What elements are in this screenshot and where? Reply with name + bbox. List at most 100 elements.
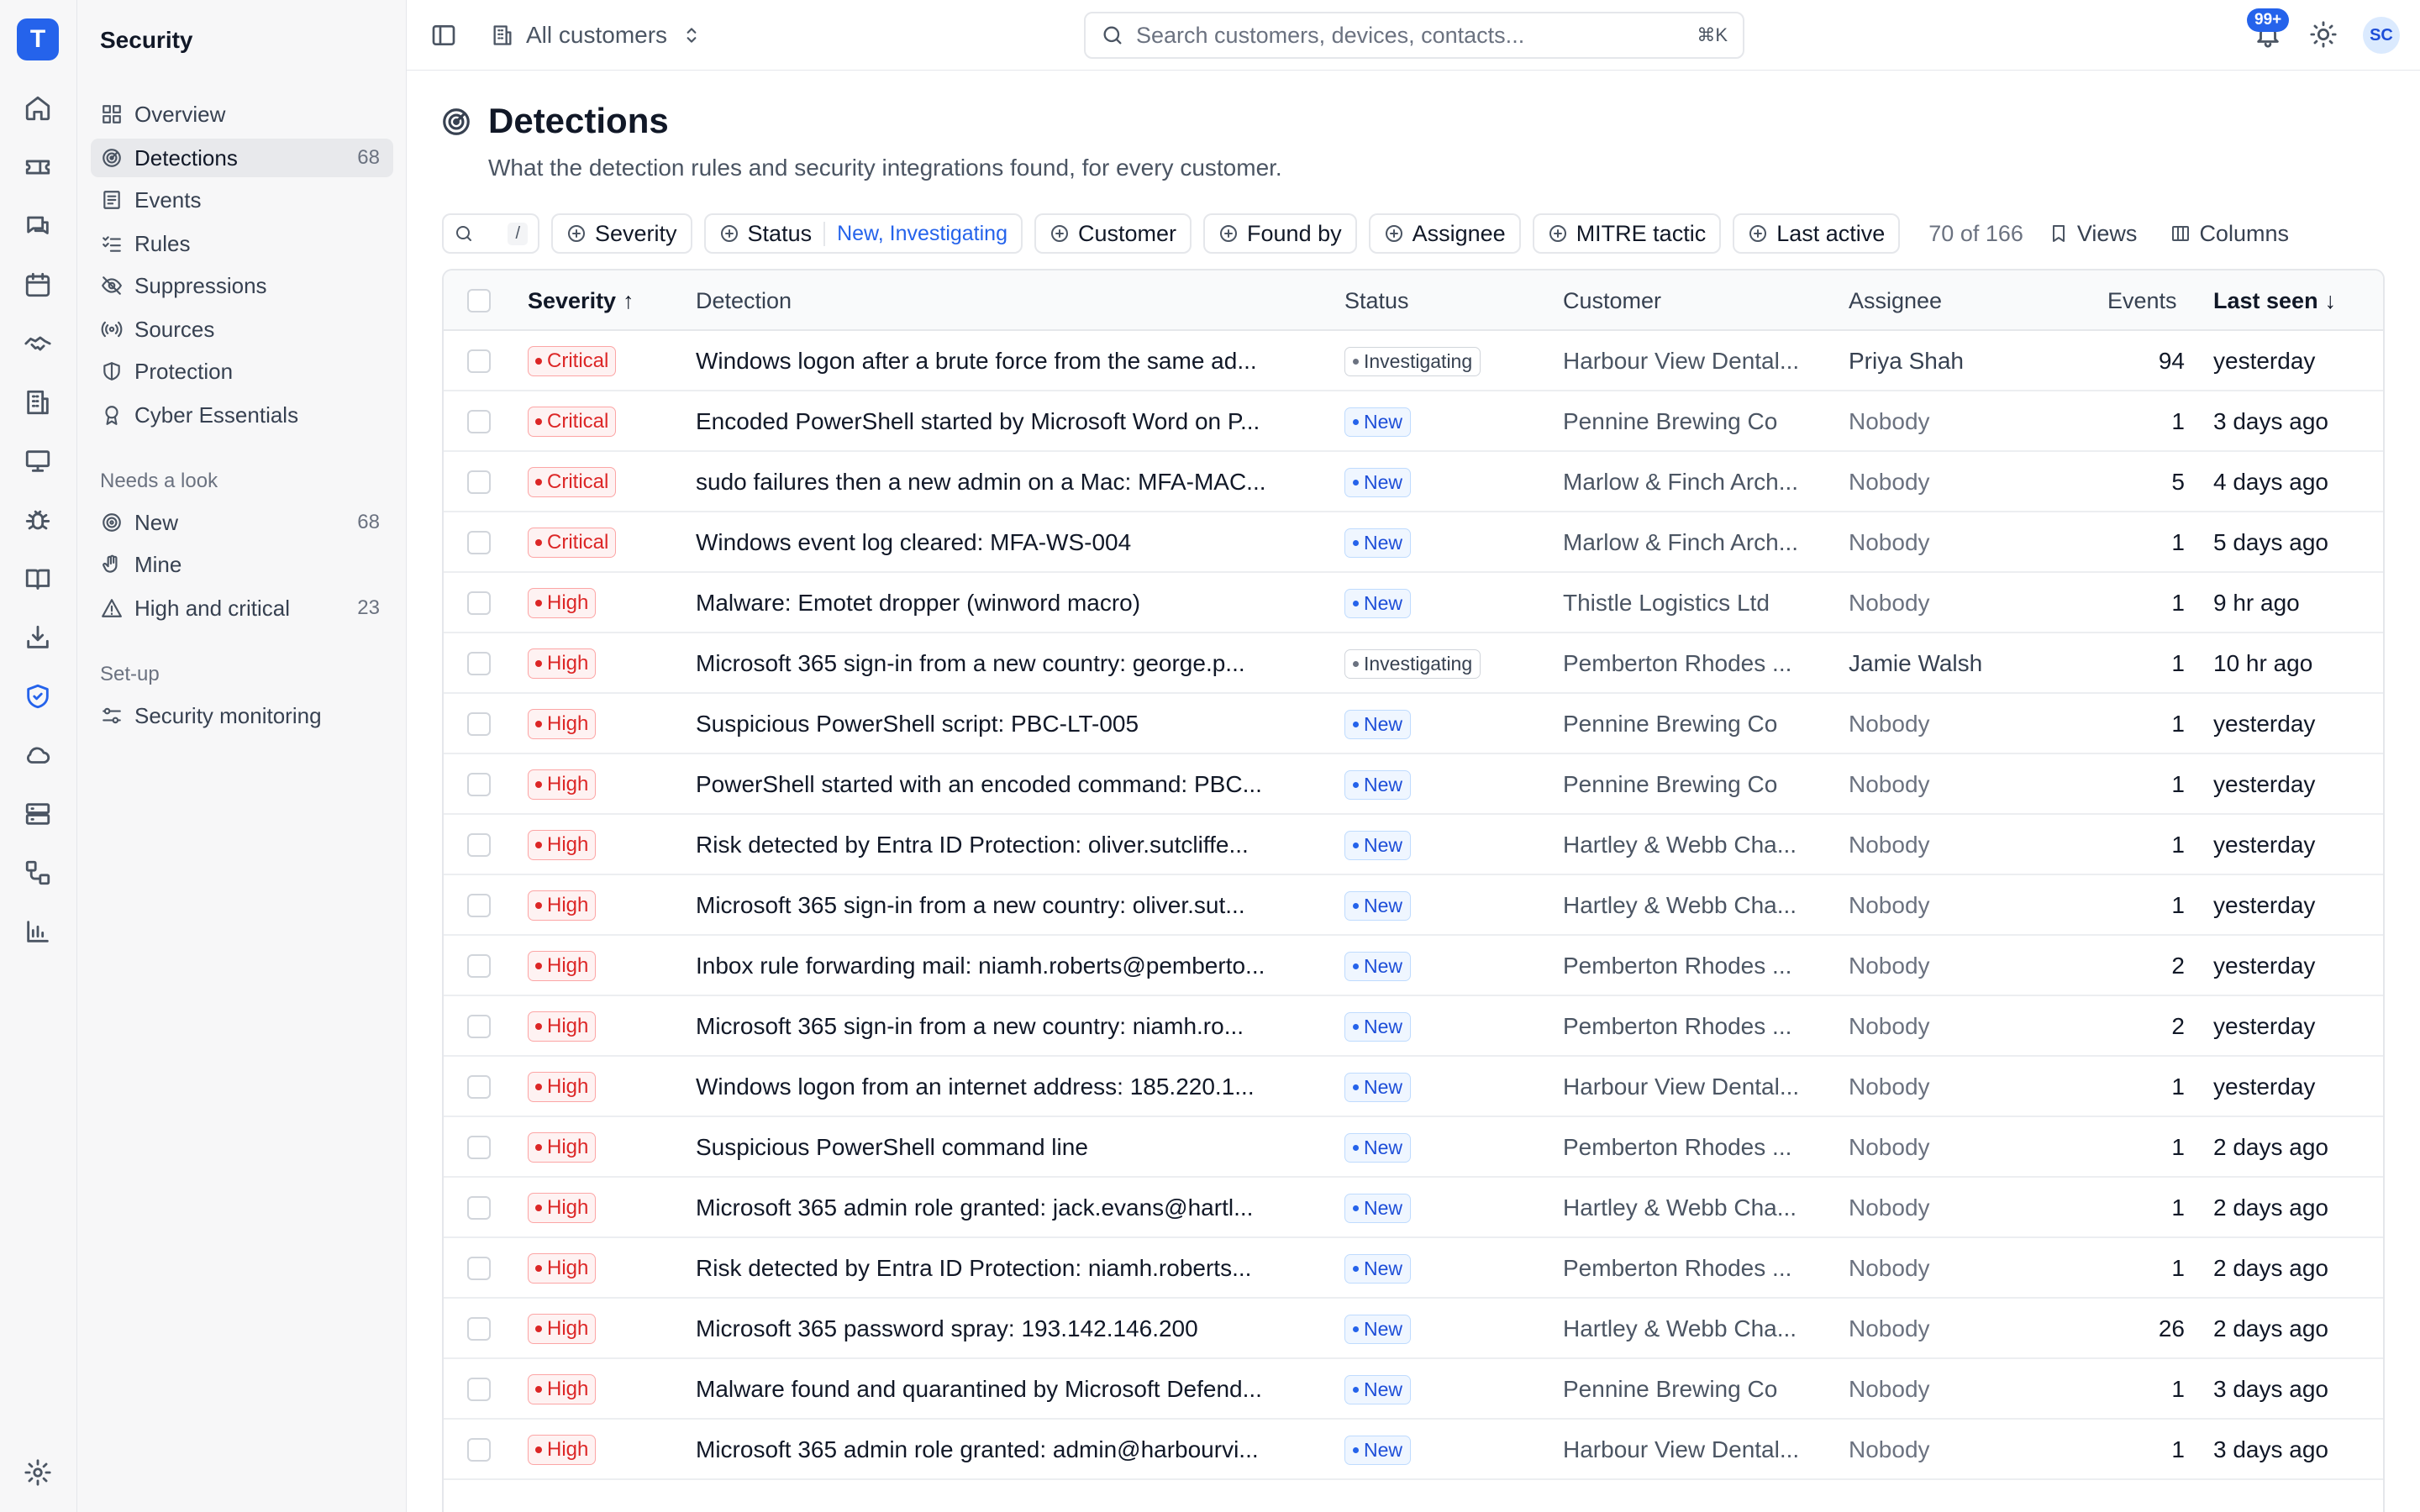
customer-cell[interactable]: Pennine Brewing Co	[1563, 754, 1832, 815]
column-header-assignee[interactable]: Assignee	[1849, 270, 1942, 331]
detection-cell[interactable]: Windows logon from an internet address: …	[696, 1057, 1318, 1117]
customer-cell[interactable]: Pemberton Rhodes ...	[1563, 996, 1832, 1057]
columns-button[interactable]: Columns	[2170, 221, 2289, 247]
table-row[interactable]: High Microsoft 365 password spray: 193.14…	[444, 1299, 2383, 1359]
table-row[interactable]: High Windows logon from an internet addre…	[444, 1057, 2383, 1117]
customer-cell[interactable]: Hartley & Webb Cha...	[1563, 1178, 1832, 1238]
table-row[interactable]: High Suspicious PowerShell script: PBC-LT…	[444, 694, 2383, 754]
detection-cell[interactable]: Suspicious PowerShell script: PBC-LT-005	[696, 694, 1318, 754]
assignee-cell[interactable]: Jamie Walsh	[1849, 633, 1982, 694]
table-row[interactable]: Critical Encoded PowerShell started by Mi…	[444, 391, 2383, 452]
sidebar-item-suppressions[interactable]: Suppressions	[91, 266, 393, 305]
table-search-input[interactable]: /	[442, 213, 539, 254]
assignee-cell[interactable]: Nobody	[1849, 1178, 1930, 1238]
cloud-icon[interactable]	[18, 736, 57, 774]
detection-cell[interactable]: sudo failures then a new admin on a Mac:…	[696, 452, 1318, 512]
row-checkbox[interactable]	[467, 936, 491, 996]
row-checkbox[interactable]	[467, 1359, 491, 1420]
filter-severity[interactable]: Severity	[551, 213, 692, 254]
assignee-cell[interactable]: Nobody	[1849, 1238, 1930, 1299]
sidebar-item-cyber-essentials[interactable]: Cyber Essentials	[91, 396, 393, 434]
detection-cell[interactable]: Encoded PowerShell started by Microsoft …	[696, 391, 1318, 452]
detection-cell[interactable]: Malware: Emotet dropper (winword macro)	[696, 573, 1318, 633]
detection-cell[interactable]: Microsoft 365 password spray: 193.142.14…	[696, 1299, 1318, 1359]
app-logo[interactable]: T	[17, 18, 59, 60]
assignee-cell[interactable]: Nobody	[1849, 1420, 1930, 1480]
customer-cell[interactable]: Pennine Brewing Co	[1563, 391, 1832, 452]
sidebar-item-mine[interactable]: Mine	[91, 545, 393, 584]
column-header-last-seen[interactable]: Last seen ↓	[2213, 270, 2336, 331]
table-row[interactable]: High Microsoft 365 sign-in from a new cou…	[444, 633, 2383, 694]
detection-cell[interactable]: PowerShell started with an encoded comma…	[696, 754, 1318, 815]
row-checkbox[interactable]	[467, 1178, 491, 1238]
table-row[interactable]: High Microsoft 365 admin role granted: ad…	[444, 1420, 2383, 1480]
detection-cell[interactable]: Malware found and quarantined by Microso…	[696, 1359, 1318, 1420]
filter-status[interactable]: Status New, Investigating	[703, 213, 1023, 254]
detection-cell[interactable]: Microsoft 365 sign-in from a new country…	[696, 875, 1318, 936]
row-checkbox[interactable]	[467, 633, 491, 694]
sun-icon[interactable]	[2309, 20, 2338, 49]
download-icon[interactable]	[18, 618, 57, 657]
customer-selector[interactable]: All customers	[491, 18, 702, 52]
assignee-cell[interactable]: Nobody	[1849, 391, 1930, 452]
customer-cell[interactable]: Hartley & Webb Cha...	[1563, 875, 1832, 936]
assignee-cell[interactable]: Nobody	[1849, 694, 1930, 754]
table-row[interactable]: High Inbox rule forwarding mail: niamh.ro…	[444, 936, 2383, 996]
table-row[interactable]: High PowerShell started with an encoded c…	[444, 754, 2383, 815]
row-checkbox[interactable]	[467, 694, 491, 754]
sidebar-toggle-icon[interactable]	[430, 22, 457, 49]
detection-cell[interactable]: Microsoft 365 sign-in from a new country…	[696, 633, 1318, 694]
detection-cell[interactable]: Risk detected by Entra ID Protection: ol…	[696, 815, 1318, 875]
workflow-icon[interactable]	[18, 853, 57, 892]
column-header-detection[interactable]: Detection	[696, 270, 792, 331]
row-checkbox[interactable]	[467, 875, 491, 936]
assignee-cell[interactable]: Nobody	[1849, 1299, 1930, 1359]
filter-assignee[interactable]: Assignee	[1368, 213, 1521, 254]
assignee-cell[interactable]: Nobody	[1849, 996, 1930, 1057]
customer-cell[interactable]: Thistle Logistics Ltd	[1563, 573, 1832, 633]
table-row[interactable]: Critical Windows event log cleared: MFA-W…	[444, 512, 2383, 573]
row-checkbox[interactable]	[467, 331, 491, 391]
customer-cell[interactable]: Harbour View Dental...	[1563, 1420, 1832, 1480]
assignee-cell[interactable]: Nobody	[1849, 1359, 1930, 1420]
table-row[interactable]: High Microsoft 365 sign-in from a new cou…	[444, 996, 2383, 1057]
customer-cell[interactable]: Marlow & Finch Arch...	[1563, 512, 1832, 573]
row-checkbox[interactable]	[467, 1238, 491, 1299]
table-row[interactable]: High Malware: Emotet dropper (winword mac…	[444, 573, 2383, 633]
ticket-icon[interactable]	[18, 148, 57, 186]
home-icon[interactable]	[18, 89, 57, 128]
chat-icon[interactable]	[18, 207, 57, 245]
table-row[interactable]: High Malware found and quarantined by Mic…	[444, 1359, 2383, 1420]
detection-cell[interactable]: Risk detected by Entra ID Protection: ni…	[696, 1238, 1318, 1299]
sidebar-item-detections[interactable]: Detections 68	[91, 139, 393, 177]
table-row[interactable]: High Microsoft 365 admin role granted: ja…	[444, 1178, 2383, 1238]
filter-customer[interactable]: Customer	[1034, 213, 1192, 254]
bug-icon[interactable]	[18, 501, 57, 539]
assignee-cell[interactable]: Nobody	[1849, 1057, 1930, 1117]
assignee-cell[interactable]: Nobody	[1849, 936, 1930, 996]
monitor-icon[interactable]	[18, 442, 57, 480]
global-search-input[interactable]: Search customers, devices, contacts... ⌘…	[1084, 12, 1744, 59]
column-header-status[interactable]: Status	[1344, 270, 1409, 331]
avatar[interactable]: SC	[2363, 17, 2400, 54]
assignee-cell[interactable]: Nobody	[1849, 754, 1930, 815]
customer-cell[interactable]: Harbour View Dental...	[1563, 331, 1832, 391]
customer-cell[interactable]: Pemberton Rhodes ...	[1563, 633, 1832, 694]
settings-icon[interactable]	[18, 1453, 57, 1492]
assignee-cell[interactable]: Nobody	[1849, 875, 1930, 936]
assignee-cell[interactable]: Priya Shah	[1849, 331, 1964, 391]
table-row[interactable]: High Microsoft 365 sign-in from a new cou…	[444, 875, 2383, 936]
customer-cell[interactable]: Hartley & Webb Cha...	[1563, 815, 1832, 875]
customer-cell[interactable]: Pemberton Rhodes ...	[1563, 1117, 1832, 1178]
sidebar-item-overview[interactable]: Overview	[91, 95, 393, 134]
table-row[interactable]: High Suspicious PowerShell command line Ne…	[444, 1117, 2383, 1178]
table-row[interactable]: High Risk detected by Entra ID Protection…	[444, 1238, 2383, 1299]
detection-cell[interactable]: Inbox rule forwarding mail: niamh.robert…	[696, 936, 1318, 996]
sidebar-item-high-and-critical[interactable]: High and critical 23	[91, 589, 393, 627]
assignee-cell[interactable]: Nobody	[1849, 573, 1930, 633]
customer-cell[interactable]: Pennine Brewing Co	[1563, 1359, 1832, 1420]
sidebar-item-security-monitoring[interactable]: Security monitoring	[91, 696, 393, 735]
handshake-icon[interactable]	[18, 324, 57, 363]
filter-mitre-tactic[interactable]: MITRE tactic	[1532, 213, 1722, 254]
sidebar-item-rules[interactable]: Rules	[91, 224, 393, 263]
